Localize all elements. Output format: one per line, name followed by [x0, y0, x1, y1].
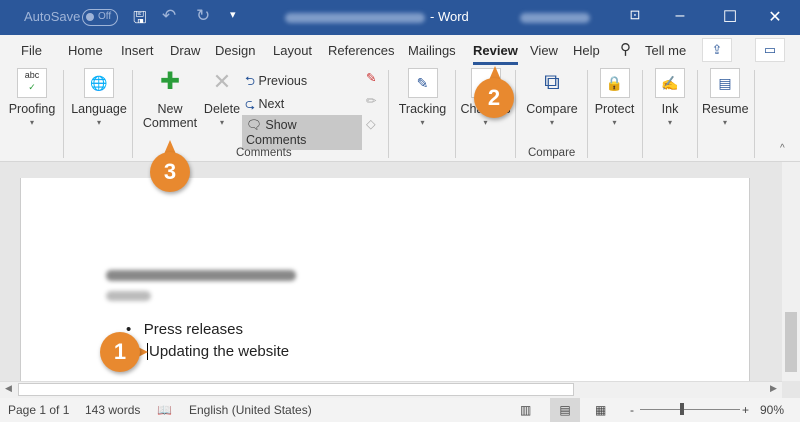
ink-label: Ink: [661, 102, 679, 116]
compare-group-label: Compare: [528, 147, 576, 159]
blurred-subheading: [106, 291, 151, 301]
vertical-scrollbar[interactable]: [782, 162, 800, 381]
tab-home[interactable]: Home: [68, 43, 103, 58]
callout-3: 3: [150, 152, 190, 192]
delete-comment-icon: ✕: [212, 69, 232, 94]
tab-layout[interactable]: Layout: [273, 43, 312, 58]
tab-insert[interactable]: Insert: [121, 43, 154, 58]
new-comment-icon: ✚: [159, 68, 181, 95]
spelling-icon: abc ✓: [17, 68, 47, 98]
scroll-right-icon: ▶: [770, 383, 777, 393]
resume-button[interactable]: ▤ Resume ▾: [702, 65, 749, 127]
horizontal-scroll-thumb[interactable]: [18, 383, 574, 396]
previous-comment-button[interactable]: ⮌ Previous: [245, 72, 307, 93]
comment-icon: 🗨: [246, 118, 262, 132]
ink-button[interactable]: ✍ Ink ▾: [650, 65, 690, 127]
delete-label: Delete: [203, 102, 241, 116]
zoom-slider[interactable]: [640, 409, 740, 410]
language-button[interactable]: 🌐 Language ▾: [68, 65, 130, 127]
pen-icon[interactable]: ✏: [366, 93, 376, 108]
language-label: Language: [71, 102, 127, 116]
maximize-icon[interactable]: ☐: [715, 7, 745, 27]
status-bar: Page 1 of 1 143 words 📖 English (United …: [0, 398, 800, 422]
ribbon: abc ✓ Proofing ▾ 🌐 Language ▾ ✚ New Comment …: [0, 65, 800, 162]
page-count[interactable]: Page 1 of 1: [8, 403, 69, 417]
scroll-left-icon: ◀: [5, 383, 12, 393]
ribbon-display-icon[interactable]: ⊡: [620, 7, 650, 23]
tab-file[interactable]: File: [21, 43, 42, 58]
tab-draw[interactable]: Draw: [170, 43, 200, 58]
minimize-icon[interactable]: –: [665, 7, 695, 25]
collapse-ribbon-icon[interactable]: ^: [780, 143, 785, 154]
tell-me[interactable]: Tell me: [645, 43, 686, 58]
tab-references[interactable]: References: [328, 43, 394, 58]
new-comment-button[interactable]: ✚ New Comment: [138, 65, 202, 130]
compare-icon: ⧉: [544, 69, 560, 94]
customize-icon[interactable]: ▾: [230, 8, 236, 21]
proofing-button[interactable]: abc ✓ Proofing ▾: [6, 65, 58, 127]
save-icon[interactable]: 🖫: [133, 7, 147, 34]
word-count[interactable]: 143 words: [85, 403, 140, 417]
proofing-label: Proofing: [8, 102, 56, 116]
close-icon[interactable]: ✕: [760, 7, 790, 27]
autosave-toggle[interactable]: Off: [82, 9, 118, 26]
tracking-label: Tracking: [398, 102, 447, 116]
tracking-icon: ✎: [407, 68, 438, 98]
new-label: New: [157, 102, 183, 116]
print-layout-icon[interactable]: ▤: [550, 398, 580, 422]
eraser-icon[interactable]: ◇: [366, 116, 376, 131]
tab-view[interactable]: View: [530, 43, 558, 58]
compare-button[interactable]: ⧉ Compare ▾: [520, 65, 584, 127]
tab-mailings[interactable]: Mailings: [408, 43, 456, 58]
title-bar: AutoSave Off 🖫 ↶ ↻ ▾ - Word ⊡ – ☐ ✕: [0, 0, 800, 35]
search-icon: ⚲: [620, 41, 631, 58]
ink-icon: ✍: [655, 68, 685, 98]
tab-design[interactable]: Design: [215, 43, 255, 58]
resume-label: Resume: [702, 102, 749, 116]
comments-group-label: Comments: [236, 147, 292, 159]
bullet-item[interactable]: • Press releases: [126, 321, 243, 338]
callout-1: 1: [100, 332, 140, 372]
tab-review[interactable]: Review: [473, 43, 518, 65]
zoom-slider-thumb[interactable]: [680, 403, 684, 415]
next-comment-button[interactable]: ⮎ Next: [245, 95, 284, 116]
protect-label: Protect: [594, 102, 635, 116]
redo-icon[interactable]: ↻: [196, 6, 210, 26]
zoom-out-button[interactable]: -: [630, 403, 634, 417]
app-title: - Word: [430, 9, 469, 24]
protect-button[interactable]: 🔒 Protect ▾: [592, 65, 637, 127]
document-name: [285, 13, 425, 23]
share-icon[interactable]: ⇪: [702, 38, 732, 62]
language-icon: 🌐: [84, 68, 114, 98]
comments-pane-icon[interactable]: ▭: [755, 38, 785, 62]
proofing-status-icon[interactable]: 📖: [157, 403, 172, 417]
delete-comment-button[interactable]: ✕ Delete ▾: [200, 65, 244, 127]
user-name: [520, 13, 590, 23]
show-comments-button[interactable]: 🗨 Show Comments: [242, 115, 362, 150]
callout-2: 2: [474, 78, 514, 118]
zoom-level[interactable]: 90%: [760, 403, 784, 417]
horizontal-scrollbar[interactable]: ◀ ▶: [0, 381, 782, 398]
next-icon: ⮎: [245, 97, 256, 111]
tab-help[interactable]: Help: [573, 43, 600, 58]
blurred-heading: [106, 270, 296, 281]
previous-icon: ⮌: [245, 74, 256, 88]
text-line-with-cursor[interactable]: Updating the website: [147, 343, 289, 360]
autosave-label: AutoSave: [24, 9, 81, 24]
zoom-in-button[interactable]: +: [742, 403, 749, 417]
comment-label: Comment: [142, 116, 198, 130]
undo-icon[interactable]: ↶: [162, 6, 176, 26]
read-mode-icon[interactable]: ▥: [520, 403, 531, 417]
language-status[interactable]: English (United States): [189, 403, 312, 417]
tracking-button[interactable]: ✎ Tracking ▾: [395, 65, 450, 127]
compare-label: Compare: [526, 102, 578, 116]
ink-comment-icon[interactable]: ✎: [366, 70, 376, 85]
vertical-scroll-thumb[interactable]: [785, 312, 797, 372]
lock-icon: 🔒: [599, 68, 630, 98]
resume-icon: ▤: [710, 68, 740, 98]
ribbon-tabs: File Home Insert Draw Design Layout Refe…: [0, 35, 800, 65]
web-layout-icon[interactable]: ▦: [595, 403, 606, 417]
